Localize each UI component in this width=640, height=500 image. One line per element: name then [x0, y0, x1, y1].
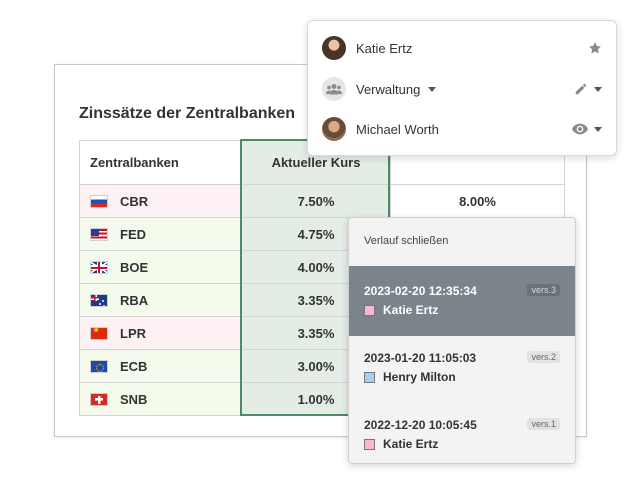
extra-cell[interactable]: 8.00%: [390, 184, 565, 218]
bank-cell[interactable]: LPR: [79, 316, 242, 350]
usa-flag-icon: [90, 228, 108, 242]
history-datetime: 2023-01-20 11:05:03: [364, 351, 477, 365]
history-datetime: 2022-12-20 10:05:45: [364, 418, 477, 432]
group-icon: [322, 77, 346, 101]
bank-code: CBR: [120, 194, 149, 210]
version-history-panel: Verlauf schließen 2023-02-20 12:35:34 ve…: [348, 217, 576, 464]
pencil-icon: [575, 83, 587, 95]
collaborator-row[interactable]: Michael Worth: [322, 116, 602, 142]
russia-flag-icon: [90, 195, 108, 209]
sheet-title: Zinssätze der Zentralbanken: [79, 105, 296, 122]
close-history-button[interactable]: Verlauf schließen: [364, 235, 448, 247]
collaborator-row[interactable]: Verwaltung: [322, 76, 602, 102]
collaborator-name: Verwaltung: [356, 81, 421, 97]
collaborator-name: Katie Ertz: [356, 40, 413, 56]
history-user: Katie Ertz: [383, 437, 439, 451]
eu-flag-icon: [90, 360, 108, 374]
chevron-down-icon[interactable]: [594, 86, 602, 92]
column-header-name[interactable]: Zentralbanken: [79, 140, 242, 185]
bank-cell[interactable]: BOE: [79, 250, 242, 284]
bank-code: RBA: [120, 293, 149, 309]
bank-cell[interactable]: RBA: [79, 283, 242, 317]
history-user: Henry Milton: [383, 370, 456, 384]
china-flag-icon: [90, 327, 108, 341]
avatar: [322, 117, 346, 141]
user-color-swatch: [364, 372, 375, 383]
avatar: [322, 36, 346, 60]
bank-cell[interactable]: ECB: [79, 349, 242, 383]
version-badge: vers.2: [527, 351, 560, 363]
uk-flag-icon: [90, 261, 108, 275]
bank-code: BOE: [120, 260, 149, 276]
collaborators-popover: Katie Ertz Verwaltung Michael Worth: [307, 20, 617, 156]
rate-cell[interactable]: 7.50%: [241, 184, 391, 218]
chevron-down-icon[interactable]: [428, 86, 437, 92]
permission-control[interactable]: [572, 123, 602, 135]
collaborator-name: Michael Worth: [356, 121, 439, 137]
bank-code: SNB: [120, 392, 148, 408]
switzerland-flag-icon: [90, 393, 108, 407]
bank-code: ECB: [120, 359, 148, 375]
history-item[interactable]: 2022-12-20 10:05:45 vers.1 Katie Ertz: [349, 400, 575, 463]
user-color-swatch: [364, 439, 375, 450]
bank-code: LPR: [120, 326, 146, 342]
australia-flag-icon: [90, 294, 108, 308]
eye-icon: [572, 123, 588, 135]
user-color-swatch: [364, 305, 375, 316]
bank-cell[interactable]: FED: [79, 217, 242, 251]
collaborator-row[interactable]: Katie Ertz: [322, 35, 602, 61]
history-item[interactable]: 2023-01-20 11:05:03 vers.2 Henry Milton: [349, 333, 575, 403]
permission-control[interactable]: [574, 82, 602, 96]
bank-cell[interactable]: SNB: [79, 382, 242, 416]
history-datetime: 2023-02-20 12:35:34: [364, 284, 477, 298]
star-icon: [589, 42, 601, 54]
bank-code: FED: [120, 227, 146, 243]
bank-cell[interactable]: CBR: [79, 184, 242, 218]
version-badge: vers.1: [527, 418, 560, 430]
chevron-down-icon[interactable]: [594, 126, 602, 132]
version-badge: vers.3: [527, 284, 560, 296]
permission-control[interactable]: [588, 41, 602, 55]
history-user: Katie Ertz: [383, 303, 439, 317]
history-item[interactable]: 2023-02-20 12:35:34 vers.3 Katie Ertz: [349, 266, 575, 336]
table-row[interactable]: CBR 7.50% 8.00%: [79, 184, 565, 218]
